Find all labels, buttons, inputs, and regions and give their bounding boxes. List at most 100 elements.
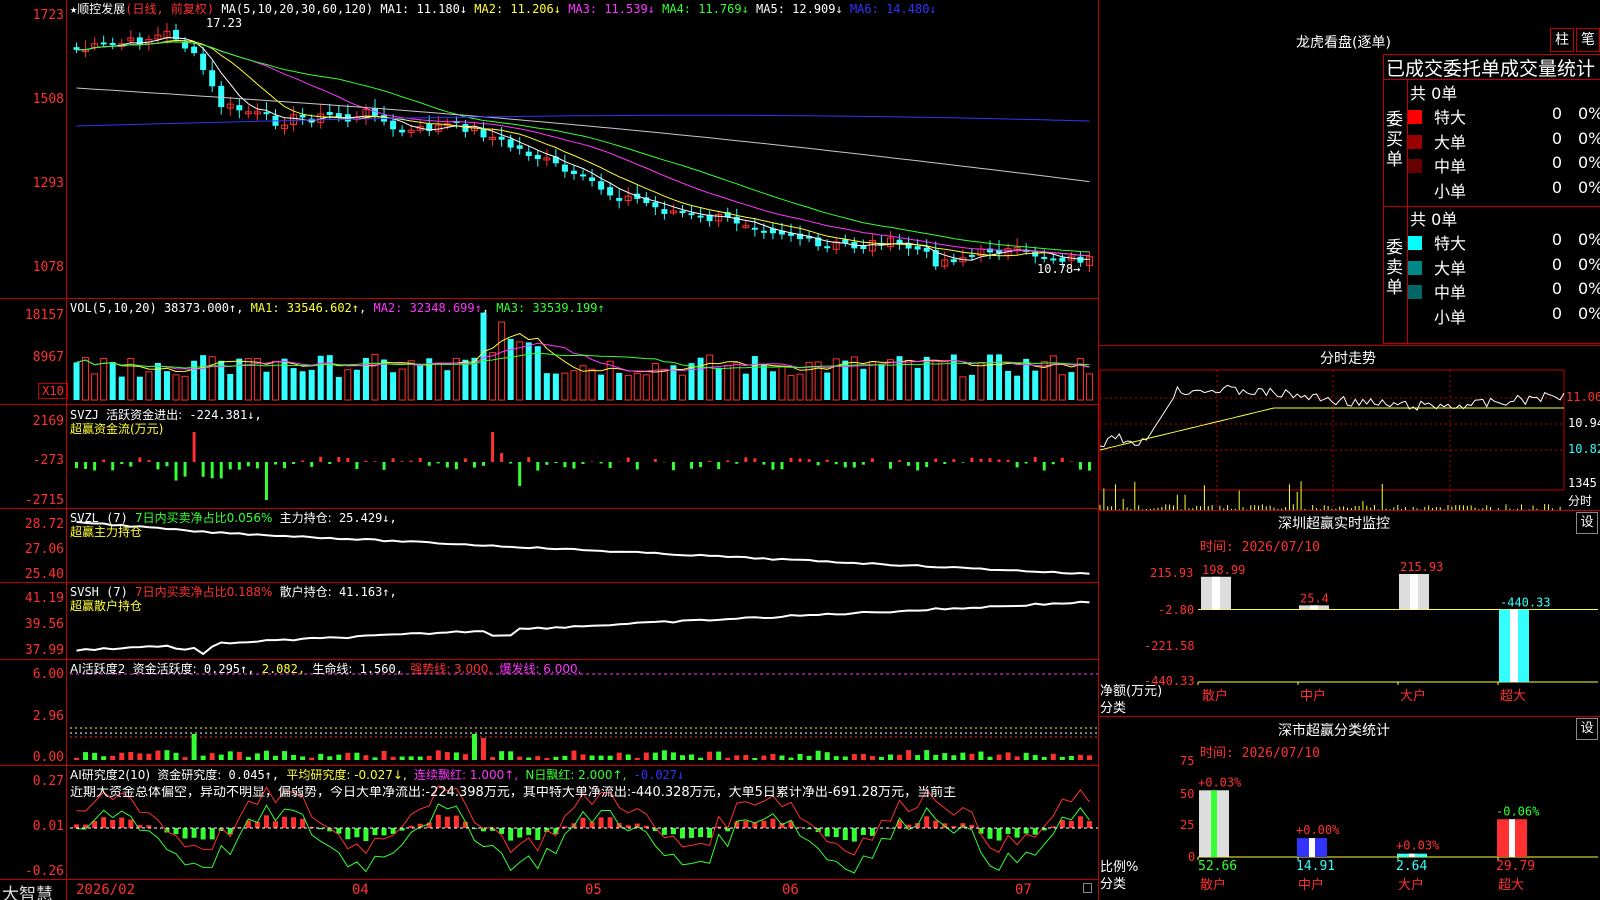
category-label: 超大 xyxy=(1498,878,1524,893)
color-swatch xyxy=(1408,285,1422,299)
ai-comment: 近期大资金总体偏空，异动不明显，偏弱势，今日大单净流出:-224.398万元，其… xyxy=(70,786,957,800)
y-tick: 41.19 xyxy=(24,591,64,606)
color-swatch xyxy=(1408,236,1422,250)
bar-highlight xyxy=(1410,574,1418,610)
volume-bar xyxy=(959,376,967,401)
candle-body xyxy=(1032,251,1039,257)
intraday-price: 11.06 xyxy=(1566,390,1600,404)
x-tick: 06 xyxy=(782,882,799,898)
candle-body xyxy=(860,245,867,250)
volume-bar xyxy=(778,365,786,401)
candle-body xyxy=(498,136,505,140)
ma2-line xyxy=(76,39,1090,257)
order-percent: 0% xyxy=(1578,104,1600,123)
sell-total: 共 0单 xyxy=(1410,210,1458,229)
y-tick: 8967 xyxy=(32,350,64,365)
y-tick: 39.56 xyxy=(24,617,64,632)
volume-bar xyxy=(642,374,650,401)
ma-value-6: MA6: 14.480↓ xyxy=(842,2,937,16)
bar-highlight xyxy=(1409,853,1415,857)
divider xyxy=(1098,510,1600,511)
candle-body xyxy=(607,187,614,196)
y-tick: 215.93 xyxy=(1150,566,1194,580)
order-count: 0 xyxy=(1551,230,1562,249)
volume-bar xyxy=(434,363,442,401)
volume-bar xyxy=(353,369,360,400)
lock-icon[interactable] xyxy=(1083,883,1092,893)
bar-highlight xyxy=(1510,609,1518,682)
ma1-line xyxy=(76,37,1090,261)
tick-mode-button[interactable]: 笔 xyxy=(1576,28,1600,52)
category-label: 散户 xyxy=(1200,877,1226,893)
volume-bar xyxy=(1032,370,1039,400)
candle-body xyxy=(589,177,596,182)
candle-body xyxy=(191,46,198,54)
bar-mode-button[interactable]: 柱 xyxy=(1550,28,1574,52)
candle-body xyxy=(697,215,704,218)
y-tick: 27.06 xyxy=(24,542,64,557)
ma-value-2: MA2: 11.206↓ xyxy=(467,2,561,16)
volume-bar xyxy=(787,374,795,401)
classify-settings-button[interactable]: 设 xyxy=(1576,718,1598,740)
order-count: 0 xyxy=(1551,177,1562,197)
order-count: 0 xyxy=(1551,128,1562,148)
ma-value-4: MA4: 11.769↓ xyxy=(654,2,749,16)
candle-body xyxy=(688,213,695,216)
brand-logo[interactable]: 大智慧 xyxy=(2,880,53,900)
period-label[interactable]: (日线, 前复权) xyxy=(125,2,214,16)
volume-bar xyxy=(371,353,379,401)
order-percent: 0% xyxy=(1578,230,1600,249)
volume-bar xyxy=(1068,372,1075,400)
pane-divider xyxy=(0,765,1098,766)
volume-bar xyxy=(136,376,143,400)
pane-divider xyxy=(0,659,1098,660)
candle-body xyxy=(236,105,243,111)
volume-bar xyxy=(598,374,605,400)
y-tick: 1723 xyxy=(32,8,64,23)
y-tick: 25.40 xyxy=(24,567,64,582)
volume-bar xyxy=(299,371,306,400)
order-count: 0 xyxy=(1551,254,1562,274)
volume-bar xyxy=(154,362,161,400)
volume-bar xyxy=(688,363,695,400)
candle-body xyxy=(1050,258,1057,261)
y-tick: 18157 xyxy=(24,308,64,323)
volume-bar xyxy=(271,360,279,401)
monitor-category-label: 分类 xyxy=(1100,701,1127,716)
order-row: 特大 0 0% xyxy=(1408,230,1600,254)
candle-body xyxy=(390,120,397,130)
volume-bar xyxy=(335,376,342,400)
intraday-title: 分时走势 xyxy=(1320,351,1376,367)
x-tick: 07 xyxy=(1015,882,1032,898)
classify-category-label: 分类 xyxy=(1100,877,1127,892)
candle-body xyxy=(824,246,831,249)
candle-body xyxy=(679,210,686,214)
order-count: 0 xyxy=(1551,279,1562,298)
ma-header: MA(5,10,20,30,60,120) xyxy=(221,2,374,16)
vol-unit-tag[interactable]: X10 xyxy=(38,383,68,399)
vol-ma2-line xyxy=(76,342,1090,372)
volume-bar xyxy=(724,364,732,401)
volume-bar xyxy=(317,355,324,400)
intraday-avg-line xyxy=(1099,407,1564,451)
volume-bar xyxy=(1014,375,1021,400)
candle-body xyxy=(580,174,586,177)
order-type: 特大 xyxy=(1434,108,1467,127)
y-tick: -0.26 xyxy=(24,864,64,879)
monitor-bar-label: 25.4 xyxy=(1300,591,1329,605)
stock-name[interactable]: 顺控发展 xyxy=(77,2,125,16)
ma6-line xyxy=(76,114,1090,127)
volume-bar xyxy=(868,361,876,401)
ai-research-header: AI研究度2(10) 资金研究度: 0.045↑, 平均研究度: -0.027↓… xyxy=(70,768,685,782)
volume-bar xyxy=(905,359,913,401)
bar-highlight xyxy=(1212,576,1220,610)
svzj-header: SVZJ 活跃资金进出: -224.381↓, xyxy=(70,408,262,422)
candle-body xyxy=(263,112,270,115)
svsh-subtitle: 超赢散户持仓 xyxy=(70,599,143,613)
volume-bar xyxy=(191,360,198,400)
x-tick: 2026/02 xyxy=(76,882,136,898)
monitor-settings-button[interactable]: 设 xyxy=(1576,512,1598,534)
candle-body xyxy=(923,247,930,252)
order-percent: 0% xyxy=(1578,128,1600,148)
buy-side-label: 委买单 xyxy=(1386,110,1403,170)
